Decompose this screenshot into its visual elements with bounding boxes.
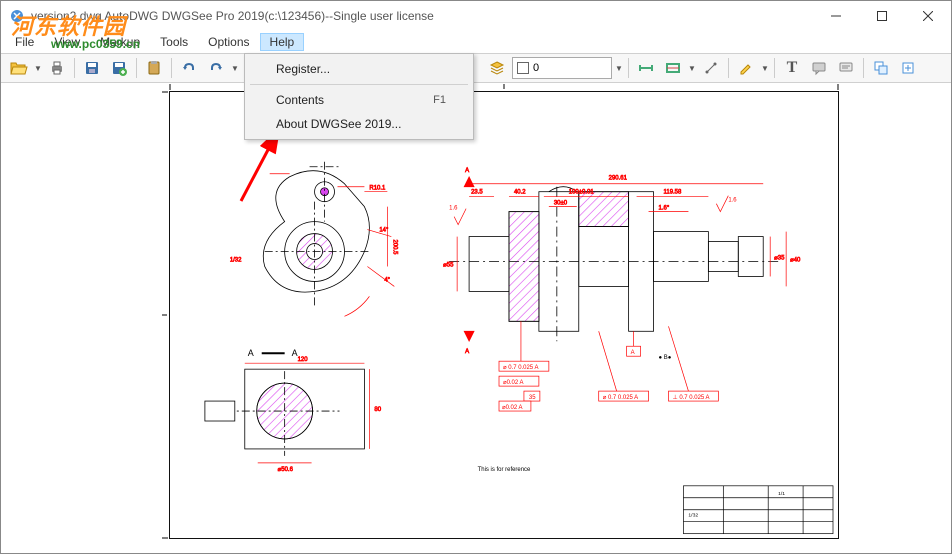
print-button[interactable] <box>45 56 69 80</box>
open-button[interactable] <box>7 56 31 80</box>
svg-text:⌀0.02 A: ⌀0.02 A <box>503 380 524 386</box>
toolbar-separator <box>74 58 75 78</box>
svg-text:1.6: 1.6 <box>728 198 737 204</box>
svg-text:1/32: 1/32 <box>230 257 242 263</box>
measure-distance-button[interactable] <box>634 56 658 80</box>
help-about-label: About DWGSee 2019... <box>276 117 401 131</box>
svg-text:A: A <box>465 168 469 174</box>
layer-selector[interactable]: 0 <box>512 57 612 79</box>
highlight-button[interactable] <box>734 56 758 80</box>
svg-text:30±0: 30±0 <box>554 201 568 207</box>
svg-text:120: 120 <box>298 357 309 363</box>
svg-text:35: 35 <box>529 395 536 401</box>
redo-button[interactable] <box>204 56 228 80</box>
open-dropdown-arrow[interactable]: ▼ <box>34 64 42 73</box>
save-as-button[interactable] <box>107 56 131 80</box>
help-register[interactable]: Register... <box>248 57 470 81</box>
svg-text:40.2: 40.2 <box>514 190 526 196</box>
toolbar-separator <box>171 58 172 78</box>
minimize-button[interactable] <box>813 1 859 31</box>
svg-text:⊥ 0.7 0.025 A: ⊥ 0.7 0.025 A <box>672 394 709 401</box>
title-bar: version2.dwg AutoDWG DWGSee Pro 2019(c:\… <box>1 1 951 31</box>
svg-text:⌀ 0.7 0.025 A: ⌀ 0.7 0.025 A <box>503 365 538 371</box>
svg-text:⌀50.6: ⌀50.6 <box>278 467 294 473</box>
menu-bar: File View Markup Tools Options Help <box>1 31 951 53</box>
svg-text:⌀ 0.7 0.025 A: ⌀ 0.7 0.025 A <box>603 395 638 401</box>
dropdown-separator <box>250 84 468 85</box>
section-label-a: A <box>248 348 254 358</box>
window-controls <box>813 1 951 31</box>
svg-text:1/32: 1/32 <box>688 513 698 519</box>
menu-tools[interactable]: Tools <box>150 33 198 51</box>
help-dropdown: Register... Contents F1 About DWGSee 201… <box>244 53 474 140</box>
layers-button[interactable] <box>485 56 509 80</box>
toolbar-separator <box>774 58 775 78</box>
copy-view-button[interactable] <box>869 56 893 80</box>
help-contents-shortcut: F1 <box>433 94 446 106</box>
svg-text:119.58: 119.58 <box>664 190 682 196</box>
measure-dropdown-arrow[interactable]: ▼ <box>688 64 696 73</box>
svg-text:⌀35: ⌀35 <box>774 255 785 261</box>
svg-text:1.6°: 1.6° <box>659 206 670 212</box>
svg-text:R10.1: R10.1 <box>369 186 386 192</box>
stamp-button[interactable] <box>834 56 858 80</box>
svg-text:A: A <box>465 349 469 355</box>
measure-area-button[interactable] <box>661 56 685 80</box>
layer-value: 0 <box>533 62 539 74</box>
history-dropdown-arrow[interactable]: ▼ <box>231 64 239 73</box>
help-contents-label: Contents <box>276 93 324 107</box>
undo-button[interactable] <box>177 56 201 80</box>
svg-text:23.5: 23.5 <box>471 190 483 196</box>
svg-text:200.5: 200.5 <box>391 240 397 256</box>
menu-markup[interactable]: Markup <box>90 33 150 51</box>
menu-view[interactable]: View <box>44 33 90 51</box>
close-button[interactable] <box>905 1 951 31</box>
svg-text:⌀0.02 A: ⌀0.02 A <box>502 405 523 411</box>
save-button[interactable] <box>80 56 104 80</box>
highlight-dropdown-arrow[interactable]: ▼ <box>761 64 769 73</box>
text-button[interactable]: T <box>780 56 804 80</box>
svg-text:1/1: 1/1 <box>778 491 785 497</box>
layer-color-swatch <box>517 62 529 74</box>
dimension-button[interactable] <box>699 56 723 80</box>
menu-file[interactable]: File <box>5 33 44 51</box>
layer-dropdown-arrow[interactable]: ▼ <box>615 64 623 73</box>
svg-text:1.6: 1.6 <box>449 206 458 212</box>
maximize-button[interactable] <box>859 1 905 31</box>
window-title: version2.dwg AutoDWG DWGSee Pro 2019(c:\… <box>31 9 434 23</box>
export-button[interactable] <box>896 56 920 80</box>
svg-text:⌀55: ⌀55 <box>443 262 454 268</box>
svg-text:80: 80 <box>374 407 381 413</box>
svg-text:⌀40: ⌀40 <box>790 257 801 263</box>
svg-text:● B●: ● B● <box>659 355 672 361</box>
menu-options[interactable]: Options <box>198 33 259 51</box>
cad-drawing: R10.1 14° 4° 200.5 1/32 A A <box>170 92 838 539</box>
drawing-caption: This is for reference <box>478 467 531 473</box>
drawing-frame: R10.1 14° 4° 200.5 1/32 A A <box>169 91 839 539</box>
toolbar-separator <box>136 58 137 78</box>
help-about[interactable]: About DWGSee 2019... <box>248 112 470 136</box>
help-contents[interactable]: Contents F1 <box>248 88 470 112</box>
toolbar-separator <box>728 58 729 78</box>
toolbar: ▼ ▼ 0 ▼ ▼ ▼ T <box>1 53 951 83</box>
toolbar-separator <box>863 58 864 78</box>
toolbar-separator <box>628 58 629 78</box>
app-icon <box>9 8 25 24</box>
clipboard-button[interactable] <box>142 56 166 80</box>
svg-text:A: A <box>631 350 635 356</box>
menu-help[interactable]: Help <box>260 33 305 51</box>
drawing-canvas[interactable]: R10.1 14° 4° 200.5 1/32 A A <box>1 83 951 553</box>
svg-text:290.61: 290.61 <box>609 176 628 182</box>
svg-text:100±0.01: 100±0.01 <box>569 190 595 196</box>
comment-button[interactable] <box>807 56 831 80</box>
help-register-label: Register... <box>276 62 330 76</box>
svg-text:4°: 4° <box>384 277 390 283</box>
